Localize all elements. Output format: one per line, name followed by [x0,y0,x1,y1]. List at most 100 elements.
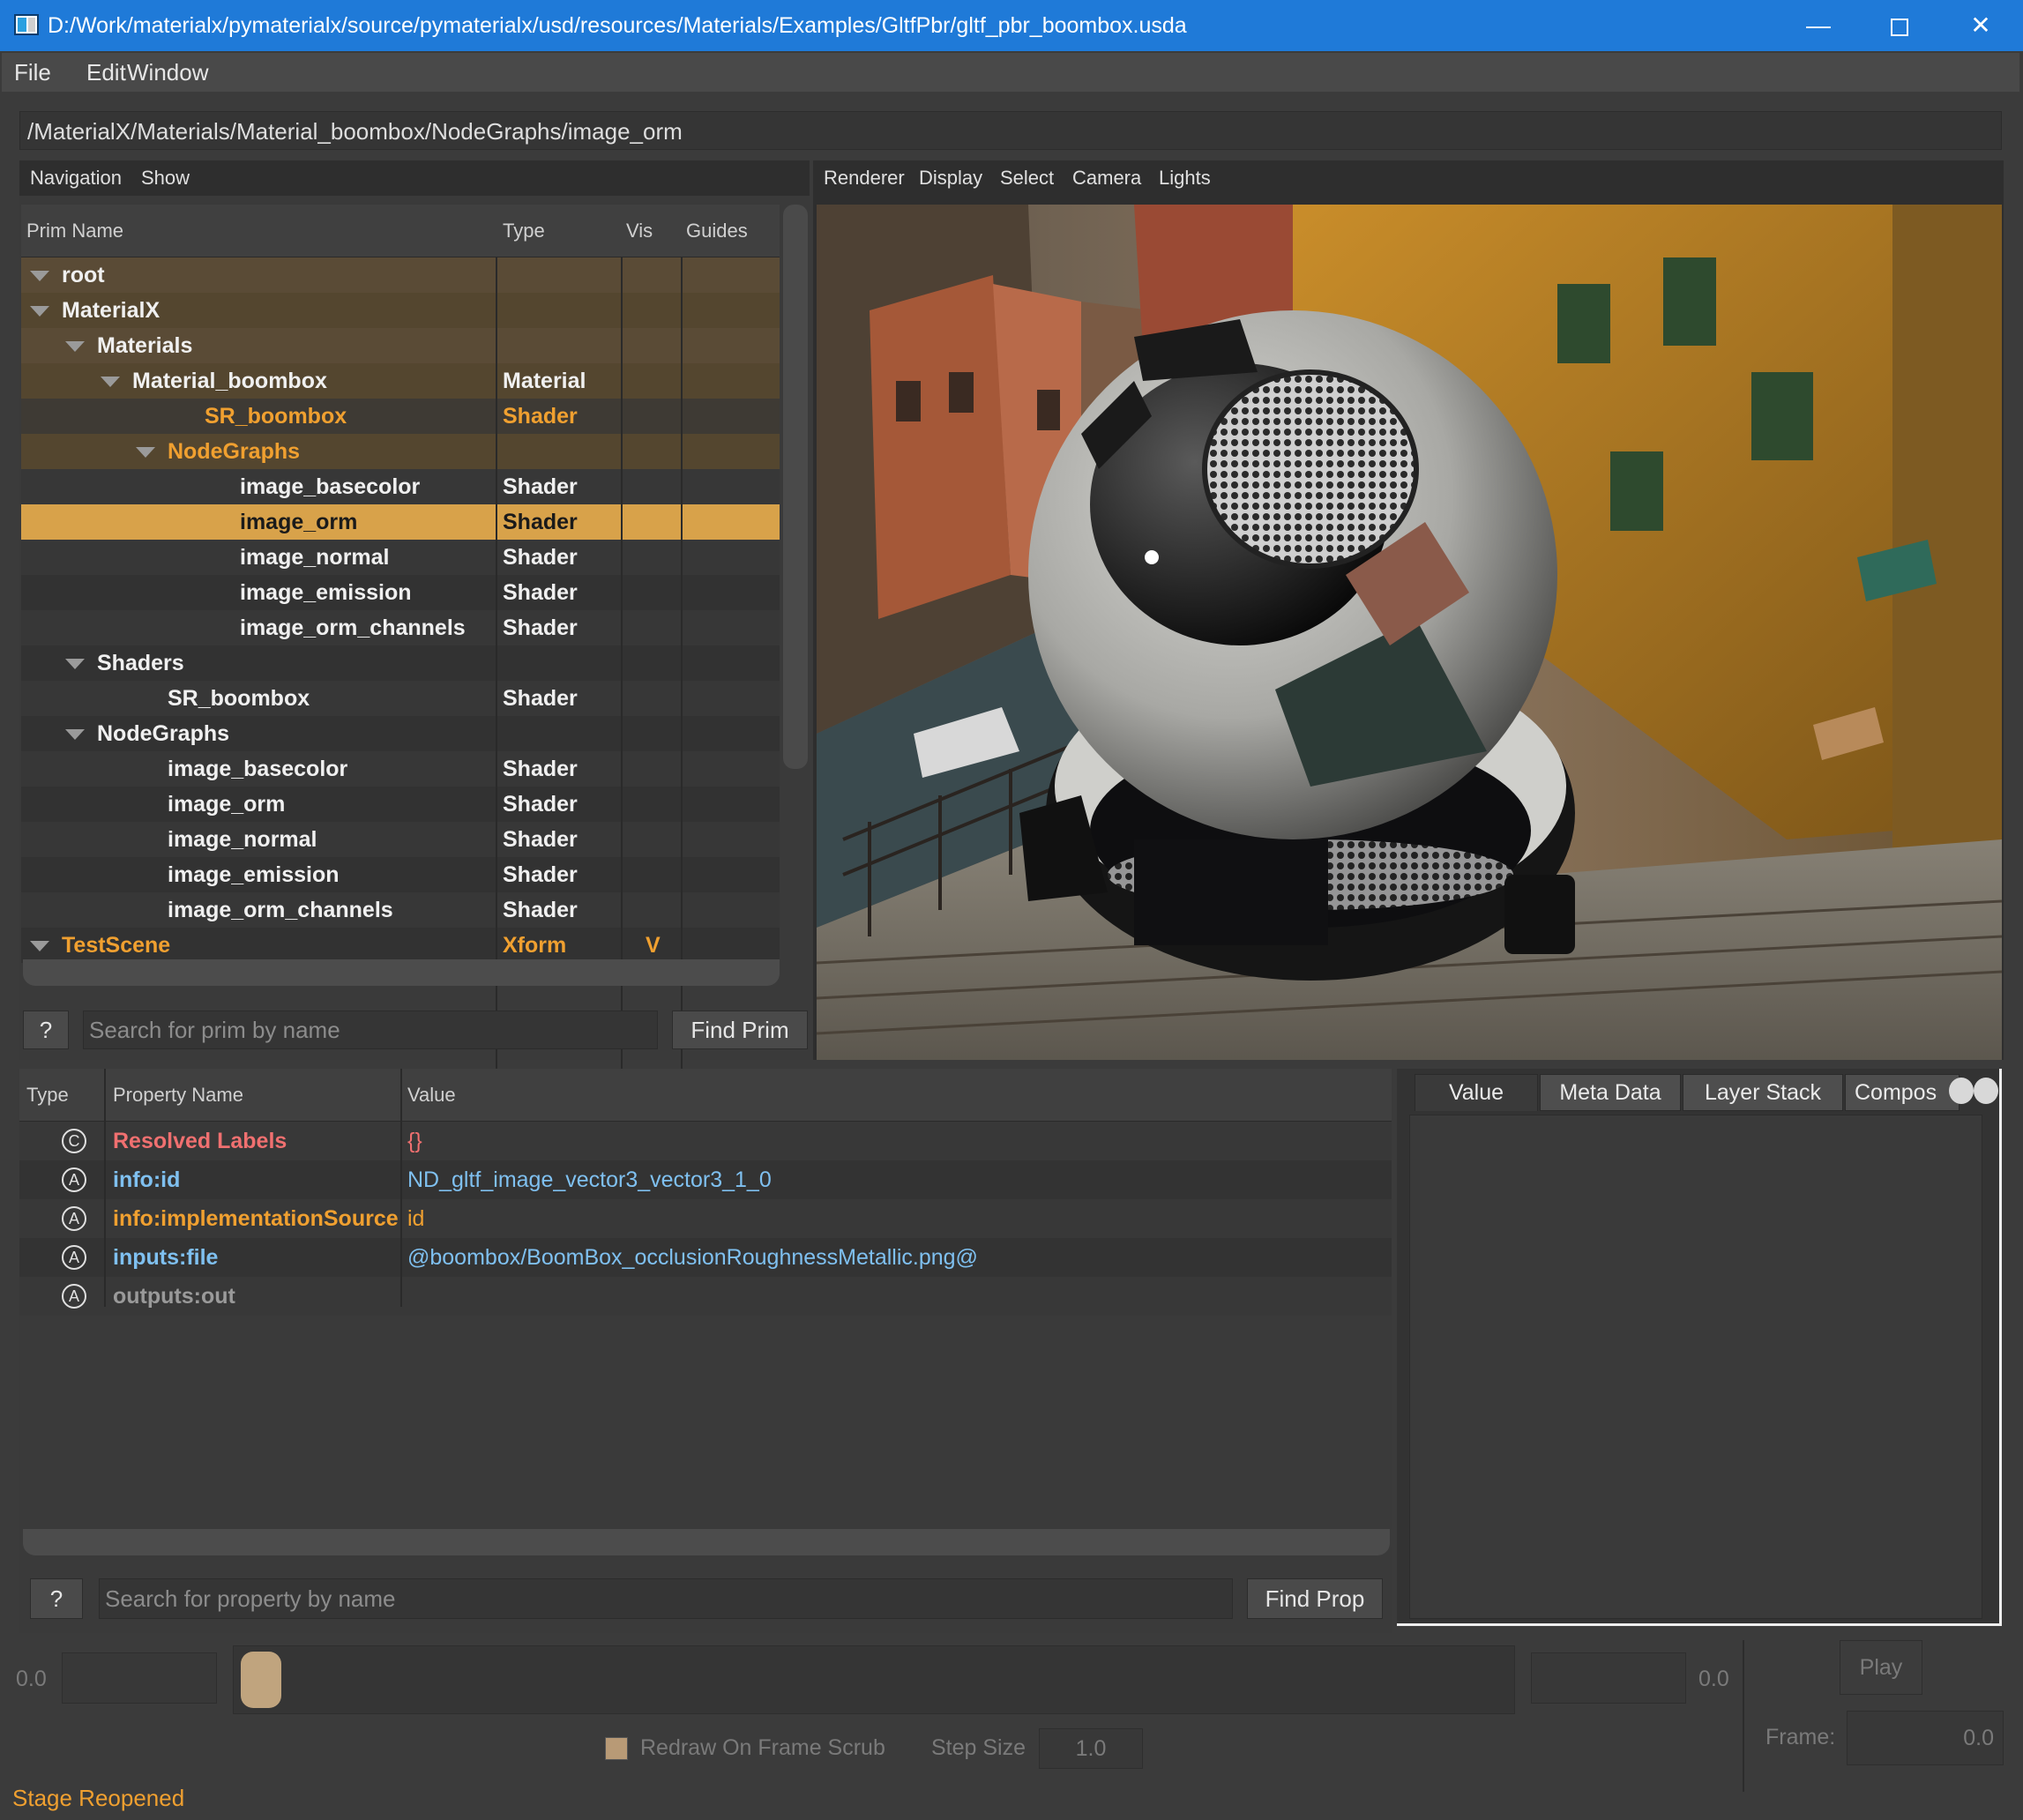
menu-edit[interactable]: Edit [86,53,126,92]
expand-arrow-icon[interactable] [65,729,85,740]
col-type[interactable]: Type [503,205,545,257]
menu-select[interactable]: Select [1000,160,1054,196]
prim-name: image_orm_channels [240,615,466,640]
tab-composition[interactable]: Compos [1845,1074,1960,1111]
tree-row[interactable]: NodeGraphs [21,434,780,469]
tree-row[interactable]: image_orm Shader [21,787,780,822]
col-prim-name[interactable]: Prim Name [26,205,123,257]
close-button[interactable]: ✕ [1940,0,2021,51]
expand-arrow-icon[interactable] [30,306,49,317]
menu-navigation[interactable]: Navigation [30,160,122,196]
col-vis[interactable]: Vis [626,205,653,257]
prim-type: Shader [503,827,578,852]
property-row[interactable]: Ainfo:implementationSource id [19,1199,1392,1238]
expand-arrow-icon[interactable] [65,659,85,669]
tree-row[interactable]: SR_boombox Shader [21,681,780,716]
prim-name: SR_boombox [168,686,310,711]
end-time-label: 0.0 [1698,1667,1729,1691]
minimize-button[interactable]: — [1778,0,1859,51]
prim-path-field[interactable]: /MaterialX/Materials/Material_boombox/No… [19,111,2002,150]
property-name: info:id [113,1167,181,1192]
prim-name: NodeGraphs [168,439,301,464]
expand-arrow-icon[interactable] [101,377,120,387]
menu-lights[interactable]: Lights [1159,160,1211,196]
tree-row[interactable]: image_orm_channels Shader [21,610,780,645]
prim-type: Shader [503,898,578,922]
tree-row[interactable]: image_normal Shader [21,822,780,857]
tree-row[interactable]: image_basecolor Shader [21,469,780,504]
property-row[interactable]: C Resolved Labels {} [19,1122,1392,1160]
menu-window[interactable]: Window [127,53,208,92]
start-time-label: 0.0 [16,1667,47,1691]
find-prim-button[interactable]: Find Prim [672,1011,808,1049]
menu-bar: File Edit Window [2,53,2019,92]
prim-tree: root MaterialX Materials Material_boombox Ma… [21,257,780,1122]
prim-name: SR_boombox [205,404,347,429]
frame-field[interactable]: 0.0 [1847,1711,2004,1765]
tree-vertical-scrollbar[interactable] [783,205,808,769]
tab-scroll-right-icon[interactable] [1974,1078,1998,1104]
range-end-field[interactable] [1531,1652,1686,1704]
tab-meta-data[interactable]: Meta Data [1540,1074,1681,1111]
prim-type: Xform [503,933,567,958]
menu-camera[interactable]: Camera [1072,160,1141,196]
menu-display[interactable]: Display [919,160,982,196]
expand-arrow-icon[interactable] [136,447,155,458]
expand-arrow-icon[interactable] [65,341,85,352]
prim-search-input[interactable]: Search for prim by name [83,1011,658,1049]
title-bar: D:/Work/materialx/pymaterialx/source/pym… [0,0,2023,51]
property-search-input[interactable]: Search for property by name [99,1578,1233,1619]
tab-scroll-left-icon[interactable] [1949,1078,1974,1104]
col-prop-value[interactable]: Value [407,1069,456,1122]
tree-row[interactable]: image_emission Shader [21,575,780,610]
prim-name: image_normal [168,827,317,852]
menu-renderer[interactable]: Renderer [824,160,905,196]
tree-row[interactable]: NodeGraphs [21,716,780,751]
menu-file[interactable]: File [14,53,51,92]
step-size-field[interactable]: 1.0 [1039,1728,1143,1769]
range-start-field[interactable] [62,1652,217,1704]
col-prop-name[interactable]: Property Name [113,1069,243,1122]
redraw-label: Redraw On Frame Scrub [640,1735,885,1760]
find-prop-button[interactable]: Find Prop [1247,1578,1383,1619]
tree-row[interactable]: image_orm_channels Shader [21,892,780,928]
3d-viewport[interactable] [817,205,2002,1060]
tree-row[interactable]: image_normal Shader [21,540,780,575]
prim-visibility[interactable]: V [646,928,661,963]
tree-row[interactable]: Shaders [21,645,780,681]
tree-horizontal-scrollbar[interactable] [23,959,780,986]
prim-name: image_emission [240,580,412,605]
tree-row[interactable]: image_orm Shader [21,504,780,540]
property-row[interactable]: Ainputs:file @boombox/BoomBox_occlusionRo… [19,1238,1392,1277]
property-horizontal-scrollbar[interactable] [23,1529,1390,1555]
tree-row[interactable]: SR_boombox Shader [21,399,780,434]
redraw-checkbox[interactable] [605,1737,628,1760]
maximize-button[interactable] [1859,0,1940,51]
tree-row[interactable]: root [21,257,780,293]
tree-row[interactable]: Materials [21,328,780,363]
col-guides[interactable]: Guides [686,205,748,257]
window-title: D:/Work/materialx/pymaterialx/source/pym… [48,13,1187,38]
play-button[interactable]: Play [1840,1640,1922,1695]
expand-arrow-icon[interactable] [30,941,49,951]
col-prop-type[interactable]: Type [26,1069,69,1122]
tree-row[interactable]: MaterialX [21,293,780,328]
prim-help-button[interactable]: ? [23,1011,69,1049]
frame-slider[interactable] [233,1645,1515,1714]
tree-row[interactable]: image_basecolor Shader [21,751,780,787]
prim-name: image_normal [240,545,390,570]
property-help-button[interactable]: ? [30,1578,83,1619]
expand-arrow-icon[interactable] [30,271,49,281]
tab-layer-stack[interactable]: Layer Stack [1683,1074,1843,1111]
prim-path-text: /MaterialX/Materials/Material_boombox/No… [27,118,683,145]
property-row[interactable]: Ainfo:id ND_gltf_image_vector3_vector3_1_… [19,1160,1392,1199]
slider-handle[interactable] [241,1652,281,1708]
tree-row[interactable]: image_emission Shader [21,857,780,892]
menu-show[interactable]: Show [141,160,190,196]
tree-row[interactable]: TestScene Xform V [21,928,780,963]
tree-row[interactable]: Material_boombox Material [21,363,780,399]
prim-type: Shader [503,474,578,499]
property-value: ND_gltf_image_vector3_vector3_1_0 [407,1167,772,1192]
property-row[interactable]: Aoutputs:out [19,1277,1392,1316]
tab-value[interactable]: Value [1415,1074,1538,1111]
